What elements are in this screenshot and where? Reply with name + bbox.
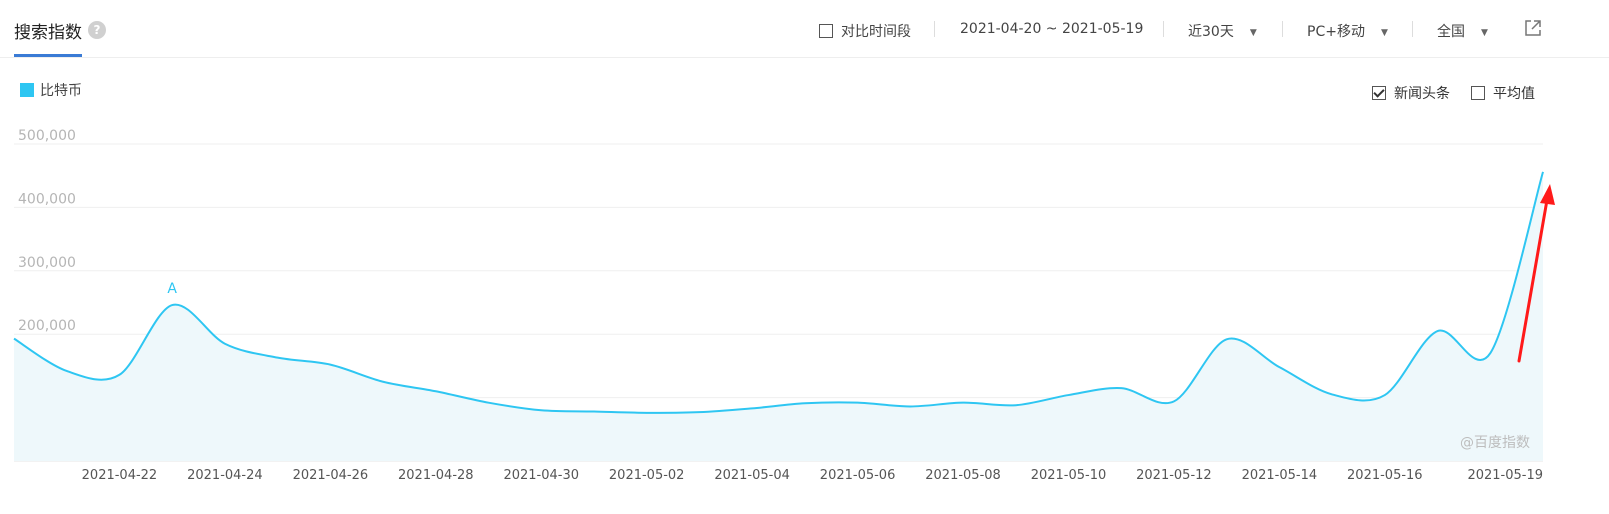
x-tick-label: 2021-04-24 — [187, 468, 263, 483]
x-tick-label: 2021-05-02 — [609, 468, 685, 483]
y-tick-label: 500,000 — [18, 128, 76, 144]
y-tick-label: 400,000 — [18, 191, 76, 207]
x-tick-label: 2021-05-16 — [1347, 468, 1423, 483]
x-tick-label: 2021-04-30 — [503, 468, 579, 483]
y-tick-label: 300,000 — [18, 255, 76, 271]
x-tick-label: 2021-05-08 — [925, 468, 1001, 483]
x-tick-label: 2021-04-28 — [398, 468, 474, 483]
x-tick-label: 2021-05-14 — [1242, 468, 1318, 483]
x-tick-label: 2021-05-06 — [820, 468, 896, 483]
search-index-chart: 100,000200,000300,000400,000500,0002021-… — [13, 128, 1555, 483]
x-tick-label: 2021-04-22 — [82, 468, 158, 483]
annotation-marker: A — [167, 281, 177, 297]
watermark: @百度指数 — [1460, 435, 1530, 451]
x-tick-label: 2021-05-10 — [1031, 468, 1107, 483]
x-tick-label: 2021-05-12 — [1136, 468, 1212, 483]
x-tick-label: 2021-04-26 — [293, 468, 369, 483]
series-area — [14, 171, 1543, 461]
x-tick-label: 2021-05-19 — [1467, 468, 1543, 483]
x-tick-label: 2021-05-04 — [714, 468, 790, 483]
y-tick-label: 200,000 — [18, 318, 76, 334]
